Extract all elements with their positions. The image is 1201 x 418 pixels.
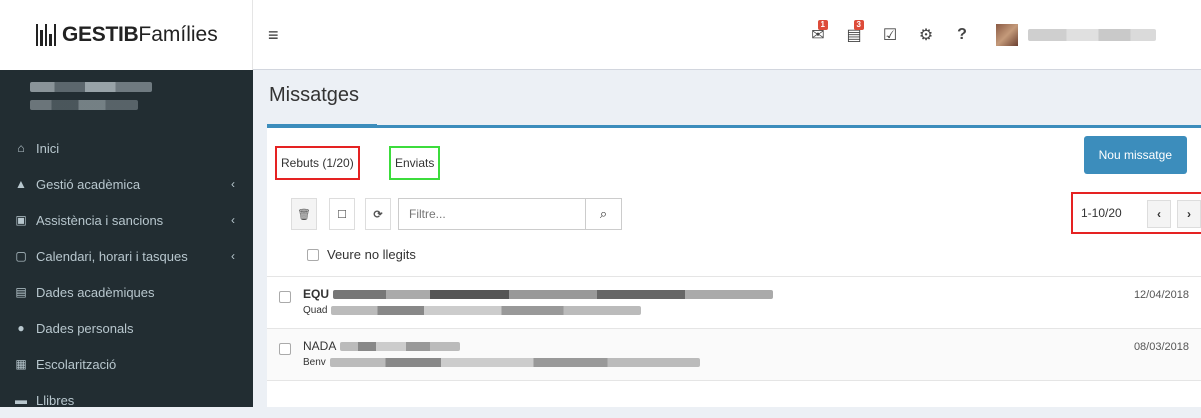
message-checkbox[interactable] [279, 343, 291, 355]
title-underline [267, 124, 377, 127]
new-message-button[interactable]: Nou missatge [1083, 136, 1187, 174]
message-sender-text: NADA [303, 339, 337, 353]
avatar[interactable] [996, 24, 1018, 46]
sidebar-item-label: Llibres [36, 392, 75, 408]
tasks-icon[interactable]: ☑ [872, 0, 908, 70]
notices-badge: 3 [853, 20, 864, 30]
sidebar-item-label: Escolarització [36, 356, 117, 372]
refresh-icon[interactable]: ⟳ [365, 198, 391, 230]
app-logo[interactable]: GESTIB Famílies [0, 0, 253, 70]
message-subject: Benv [303, 357, 700, 368]
chevron-left-icon[interactable]: ‹ [1147, 200, 1171, 228]
redacted-text [329, 357, 700, 367]
message-sender: EQU [303, 287, 774, 301]
building-icon: ▦ [15, 357, 27, 371]
calendar-check-icon: ▣ [15, 213, 27, 227]
settings-icon[interactable]: ⚙ [908, 0, 944, 70]
sidebar-item-label: Dades acadèmiques [36, 284, 155, 300]
sidebar-item-label: Gestió acadèmica [36, 176, 141, 192]
chevron-left-icon: ‹ [231, 213, 235, 227]
sidebar-item-llibres[interactable]: ▬ Llibres [0, 382, 253, 418]
message-checkbox[interactable] [279, 291, 291, 303]
message-sender-text: EQU [303, 287, 330, 301]
sidebar-item-gestio-academica[interactable]: ▲ Gestió acadèmica ‹ [0, 166, 253, 202]
graduation-icon: ▲ [15, 177, 27, 191]
tab-sent[interactable]: Enviats [389, 146, 441, 180]
brand-name-bold: GESTIB [62, 23, 139, 46]
notices-icon[interactable]: ▤ 3 [836, 0, 872, 70]
filter-input[interactable] [399, 199, 579, 229]
mailbox-panel: Rebuts (1/20) Enviats Nou missatge 🗑 ☐ ⟳… [267, 125, 1201, 407]
bookmark-icon[interactable]: ☐ [329, 198, 355, 230]
show-unread-filter[interactable]: Veure no llegits [307, 247, 416, 262]
book-icon: ▬ [15, 393, 27, 407]
calendar-icon: ▢ [15, 249, 27, 263]
chevron-left-icon: ‹ [231, 177, 235, 191]
show-unread-checkbox[interactable] [307, 248, 319, 261]
redacted-text [340, 342, 461, 352]
sidebar-item-label: Assistència i sancions [36, 212, 164, 228]
user-panel-email-blurred [30, 100, 138, 110]
logo-icon [36, 24, 57, 46]
redacted-text [331, 305, 642, 315]
sidebar-item-label: Dades personals [36, 320, 134, 336]
chevron-right-icon[interactable]: › [1177, 200, 1201, 228]
chevron-left-icon: ‹ [231, 249, 235, 263]
sidebar-item-assistencia[interactable]: ▣ Assistència i sancions ‹ [0, 202, 253, 238]
trash-icon[interactable]: 🗑 [291, 198, 317, 230]
show-unread-label: Veure no llegits [327, 247, 416, 262]
user-panel-name-blurred [30, 82, 152, 92]
user-panel [0, 70, 253, 130]
filter-field: ⌕ [398, 198, 622, 230]
user-name-blurred[interactable] [1028, 29, 1156, 41]
archive-icon: ▤ [15, 285, 27, 299]
home-icon: ⌂ [17, 141, 25, 155]
message-subject-text: Quad [303, 305, 328, 316]
sidebar-item-inici[interactable]: ⌂ Inici [0, 130, 253, 166]
sidebar-item-escolaritzacio[interactable]: ▦ Escolarització [0, 346, 253, 382]
message-sender: NADA [303, 339, 461, 353]
redacted-text [333, 290, 774, 300]
pagination-range: 1-10/20 [1081, 206, 1122, 220]
search-icon[interactable]: ⌕ [585, 199, 621, 229]
message-date: 12/04/2018 [1133, 289, 1189, 301]
message-subject-text: Benv [303, 357, 326, 368]
main-content: Missatges Rebuts (1/20) Enviats Nou miss… [253, 70, 1201, 407]
message-date: 08/03/2018 [1133, 341, 1189, 353]
page-title: Missatges [269, 84, 360, 106]
help-icon[interactable]: ? [944, 0, 980, 70]
pagination: 1-10/20 ‹ › [1071, 192, 1201, 234]
messages-badge: 1 [817, 20, 828, 30]
sidebar: ⌂ Inici ▲ Gestió acadèmica ‹ ▣ Assistència i… [0, 70, 253, 408]
sidebar-item-dades-personals[interactable]: ● Dades personals [0, 310, 253, 346]
header-icons: ✉ 1 ▤ 3 ☑ ⚙ ? [800, 0, 980, 70]
tab-received[interactable]: Rebuts (1/20) [275, 146, 360, 180]
hamburger-icon[interactable]: ≡ [268, 25, 279, 46]
list-item[interactable] [267, 380, 1201, 410]
brand-name-light: Famílies [138, 23, 218, 46]
sidebar-item-label: Inici [36, 140, 60, 156]
sidebar-item-calendari[interactable]: ▢ Calendari, horari i tasques ‹ [0, 238, 253, 274]
list-item[interactable]: NADA Benv 08/03/2018 [267, 328, 1201, 380]
user-icon: ● [17, 321, 25, 335]
top-header: GESTIB Famílies ≡ ✉ 1 ▤ 3 ☑ ⚙ ? [0, 0, 1201, 70]
message-subject: Quad [303, 305, 642, 316]
list-item[interactable]: EQU Quad 12/04/2018 [267, 276, 1201, 328]
sidebar-item-dades-academiques[interactable]: ▤ Dades acadèmiques [0, 274, 253, 310]
sidebar-item-label: Calendari, horari i tasques [36, 248, 188, 264]
messages-icon[interactable]: ✉ 1 [800, 0, 836, 70]
